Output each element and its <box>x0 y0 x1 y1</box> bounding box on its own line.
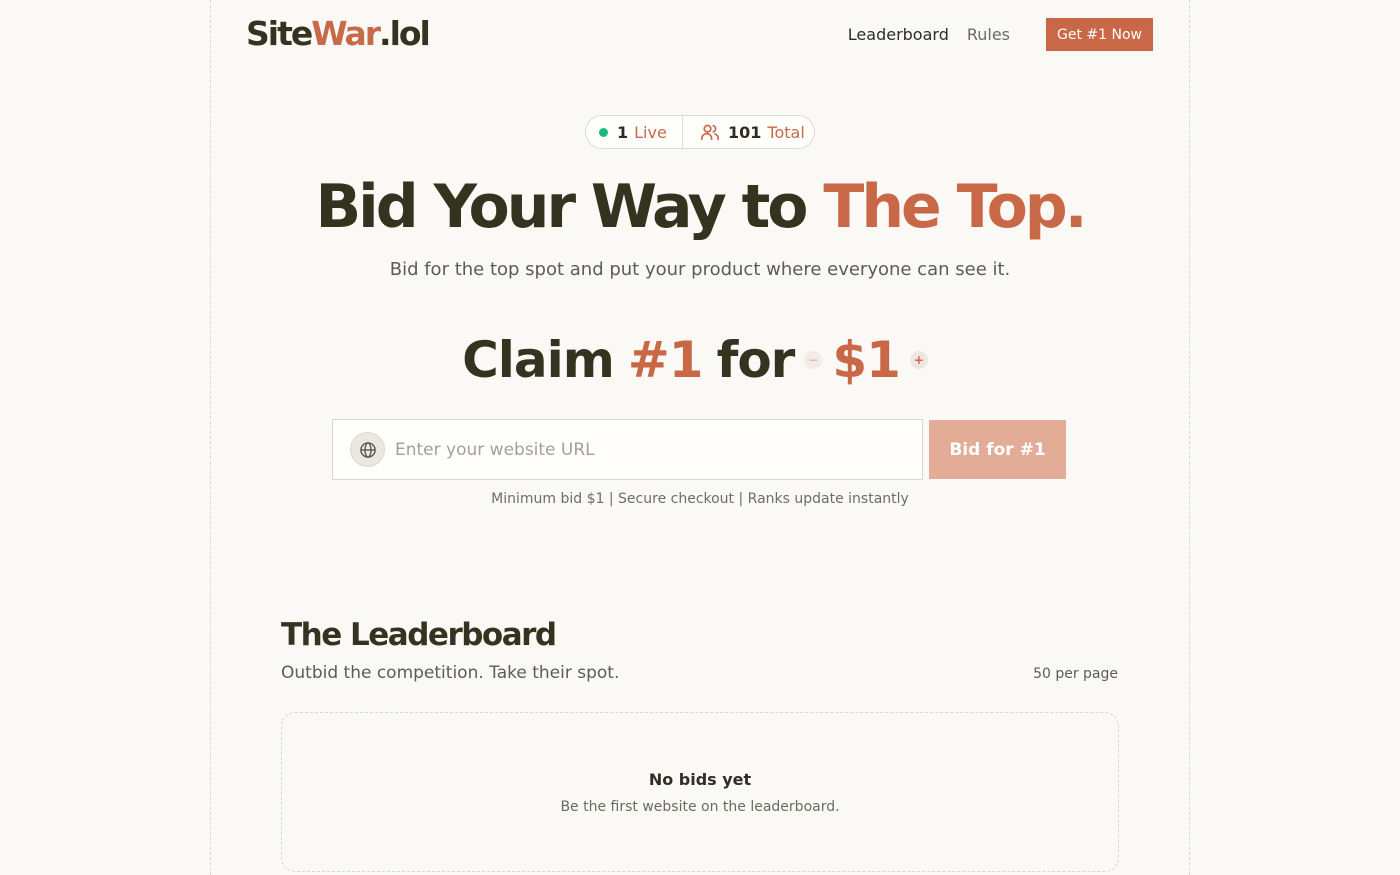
total-count: 101 <box>728 122 762 142</box>
per-page-selector[interactable]: 50 per page <box>1033 666 1118 682</box>
url-field-container <box>332 419 923 480</box>
top-nav: Leaderboard Rules Get #1 Now <box>848 18 1153 51</box>
bid-fineprint: Minimum bid $1 | Secure checkout | Ranks… <box>491 491 909 507</box>
logo-tld: .lol <box>379 14 431 53</box>
claim-for: for <box>716 331 796 389</box>
hero-title-accent: The Top. <box>823 172 1087 242</box>
logo-site: Site <box>246 14 313 53</box>
users-icon <box>700 124 719 141</box>
live-stat: 1 Live <box>586 116 683 148</box>
leaderboard-title: The Leaderboard <box>281 617 557 653</box>
empty-state-title: No bids yet <box>648 770 752 789</box>
total-label: Total <box>767 122 805 142</box>
hero-title: Bid Your Way to The Top. <box>0 172 1400 242</box>
website-url-input[interactable] <box>395 439 895 460</box>
bid-amount: $1 <box>832 331 901 389</box>
decrease-bid-button[interactable]: − <box>804 351 823 369</box>
claim-rank: #1 <box>627 331 704 389</box>
nav-leaderboard-link[interactable]: Leaderboard <box>848 25 949 44</box>
leaderboard-subtitle: Outbid the competition. Take their spot. <box>281 663 620 683</box>
claim-word: Claim <box>462 331 615 389</box>
hero-title-main: Bid Your Way to <box>315 172 824 242</box>
bid-submit-button[interactable]: Bid for #1 <box>929 420 1066 479</box>
live-dot-icon <box>599 127 608 137</box>
increase-bid-button[interactable]: + <box>909 351 928 369</box>
stats-pill: 1 Live 101 Total <box>585 115 815 149</box>
empty-state-subtitle: Be the first website on the leaderboard. <box>560 799 840 815</box>
logo[interactable]: Site War .lol <box>246 14 431 53</box>
globe-icon <box>350 432 385 467</box>
total-stat: 101 Total <box>683 123 805 142</box>
nav-rules-link[interactable]: Rules <box>967 25 1010 44</box>
hero-subtitle: Bid for the top spot and put your produc… <box>389 259 1011 280</box>
get-number-one-button[interactable]: Get #1 Now <box>1046 18 1153 51</box>
live-label: Live <box>634 122 667 142</box>
logo-war: War <box>311 14 381 53</box>
claim-heading: Claim #1 for − $1 + <box>0 328 1400 392</box>
live-count: 1 <box>617 122 629 142</box>
leaderboard-empty-state: No bids yet Be the first website on the … <box>281 712 1119 872</box>
